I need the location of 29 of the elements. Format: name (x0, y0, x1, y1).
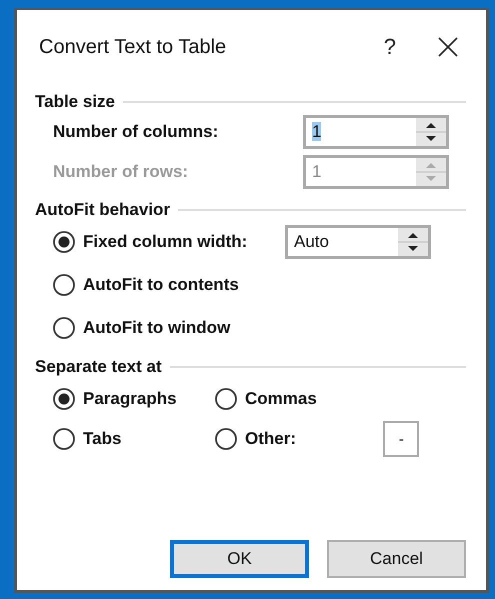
radio-label[interactable]: AutoFit to contents (83, 274, 239, 294)
section-title: Table size (35, 92, 115, 112)
section-title: AutoFit behavior (35, 200, 170, 220)
spin-arrows-icon[interactable] (416, 118, 446, 146)
radio-label[interactable]: AutoFit to window (83, 318, 230, 338)
radio-button[interactable] (215, 428, 237, 450)
window-title: Convert Text to Table (39, 36, 228, 58)
radio-button[interactable] (53, 274, 75, 296)
radio-label[interactable]: Tabs (83, 429, 122, 449)
field-label: Number of rows: (53, 162, 190, 182)
radio-label[interactable]: Paragraphs (83, 389, 177, 409)
radio-label[interactable]: Commas (245, 389, 317, 409)
cancel-button[interactable]: Cancel (327, 540, 466, 578)
radio-button[interactable] (53, 428, 75, 450)
other-field[interactable]: - (383, 421, 420, 457)
number-field[interactable]: 1 (303, 115, 449, 149)
radio-label[interactable]: Other: (245, 429, 296, 449)
field-label: Number of columns: (53, 122, 220, 142)
radio-button[interactable] (215, 388, 237, 410)
radio-button[interactable] (53, 230, 75, 252)
spin-arrows-icon[interactable] (398, 228, 428, 256)
radio-button[interactable] (53, 388, 75, 410)
section-title: Separate text at (35, 357, 162, 377)
ok-button[interactable]: OK (170, 540, 309, 578)
close-icon[interactable] (438, 37, 458, 57)
radio-button[interactable] (53, 316, 75, 338)
width-field[interactable]: Auto (285, 224, 431, 258)
help-button[interactable]: ? (384, 34, 396, 60)
radio-label[interactable]: Fixed column width: (83, 232, 248, 252)
